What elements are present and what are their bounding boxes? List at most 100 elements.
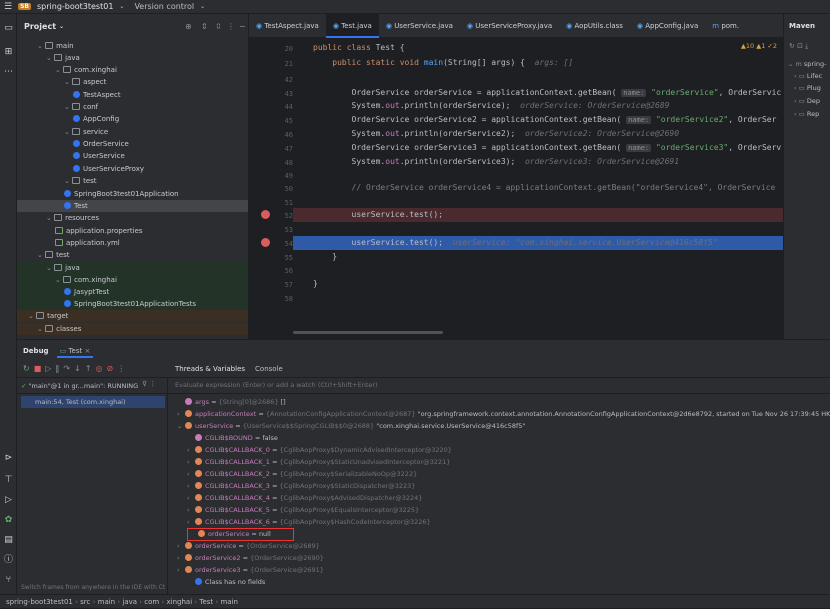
horizontal-scrollbar[interactable] [293,331,443,334]
mute-breakpoints-icon[interactable]: ⊘ [107,364,118,373]
filter-icon[interactable]: ⊽ ⋮ [142,380,156,388]
breadcrumb-item[interactable]: xinghai [167,598,193,606]
variable-row[interactable]: › CGLIB$CALLBACK_1 = {CglibAopProxy$Stat… [187,456,450,468]
step-into-icon[interactable]: ↓ [74,364,85,373]
tree-item[interactable]: ⌄ java [17,52,248,64]
tree-item[interactable]: AppConfig [17,113,248,125]
expand-toggle-icon[interactable]: › [177,552,185,564]
reload-icon[interactable]: ↻ ⊡ ⤓ [789,42,808,51]
tree-item[interactable]: ⌄ aspect [17,76,248,88]
tree-item[interactable]: application.yml [17,237,248,249]
chevron-icon[interactable]: ⌄ [64,103,72,111]
breadcrumb-item[interactable]: spring-boot3test01 [6,598,73,606]
maven-tree-item[interactable]: › ▭ Dep [794,97,820,105]
variable-row[interactable]: CGLIB$BOUND = false [187,432,278,444]
expand-toggle-icon[interactable]: › [187,516,195,528]
editor-tab[interactable]: ◉ Test.java [325,14,379,38]
debug-icon[interactable]: ✿ [2,514,15,527]
expand-toggle-icon[interactable]: › [187,468,195,480]
variable-row[interactable]: › applicationContext = {AnnotationConfig… [177,408,830,420]
tree-item[interactable]: ⌄ main [17,40,248,52]
inspection-widget[interactable]: ▲10 ▲1 ✓2 [741,42,777,50]
expand-toggle-icon[interactable]: › [187,444,195,456]
tree-item[interactable]: UserServiceProxy [17,163,248,175]
variable-row[interactable]: args = {String[0]@2686} [] [177,396,286,408]
tree-item[interactable]: ⌄ com.xinghai [17,64,248,76]
variable-row[interactable]: › CGLIB$CALLBACK_6 = {CglibAopProxy$Hash… [187,516,431,528]
step-over-icon[interactable]: ↷ [63,364,74,373]
run-icon[interactable]: ▷ [2,494,15,507]
tab-threads-variables[interactable]: Threads & Variables [175,363,245,376]
chevron-icon[interactable]: ⌄ [46,214,54,222]
tree-item[interactable]: application.properties [17,225,248,237]
debug-session-tab[interactable]: ▭ Test × [56,344,94,358]
expand-toggle-icon[interactable]: › [177,540,185,552]
variable-row[interactable]: ⌄ userService = {UserService$$SpringCGLI… [177,420,525,432]
chevron-icon[interactable]: ⌄ [37,42,45,50]
folder-icon[interactable]: ▭ [2,22,15,35]
variable-row[interactable]: › orderService2 = {OrderService@2690} [177,552,324,564]
terminal-icon[interactable]: ▤ [2,534,15,547]
chevron-icon[interactable]: ⌄ [64,177,72,185]
chevron-icon[interactable]: ⌄ [64,78,72,86]
expand-icon[interactable]: ⇕ [201,22,208,31]
git-icon[interactable]: ⑂ [2,574,15,587]
services-icon[interactable]: ⊳ [2,452,15,465]
tree-item[interactable]: ⌄ target [17,310,248,322]
step-out-icon[interactable]: ↑ [85,364,96,373]
tree-item[interactable]: ⌄ classes [17,323,248,335]
variable-row[interactable]: › CGLIB$CALLBACK_5 = {CglibAopProxy$Equa… [187,504,419,516]
chevron-icon[interactable]: ⌄ [55,66,63,74]
tree-item[interactable]: ⌄ test [17,175,248,187]
frame-row[interactable]: main:54, Test (com.xinghai) [21,396,165,408]
variable-row[interactable]: Class has no fields [187,576,265,588]
chevron-icon[interactable]: ⌄ [37,251,45,259]
expand-toggle-icon[interactable]: › [187,504,195,516]
collapse-icon[interactable]: ⇳ [215,22,222,31]
expand-toggle-icon[interactable]: › [187,480,195,492]
build-icon[interactable]: ⊤ [2,474,15,487]
variable-row[interactable]: › CGLIB$CALLBACK_4 = {CglibAopProxy$Advi… [187,492,422,504]
editor-tab[interactable]: ◉ AppConfig.java [630,14,705,38]
problems-icon[interactable]: ⓘ [2,554,15,567]
breakpoints-icon[interactable]: ◎ [96,364,107,373]
editor-tab[interactable]: ◉ AopUtils.class [559,14,630,38]
breadcrumb-item[interactable]: java [122,598,137,606]
tree-item[interactable]: ⌄ conf [17,101,248,113]
variable-row[interactable]: › orderService3 = {OrderService@2691} [177,564,324,576]
close-icon[interactable]: × [84,347,90,355]
tree-item[interactable]: ⌄ com.xinghai [17,274,248,286]
breadcrumb-item[interactable]: main [98,598,116,606]
more-options-icon[interactable]: ⋮ [227,22,235,31]
vcs-widget[interactable]: Version control [134,2,194,11]
tree-item[interactable]: ⌄ service [17,126,248,138]
breadcrumb-item[interactable]: com [144,598,159,606]
more-icon[interactable]: ⋯ [2,66,15,79]
variable-row[interactable]: › orderService = {OrderService@2689} [177,540,320,552]
expand-toggle-icon[interactable]: › [177,564,185,576]
chevron-icon[interactable]: ⌄ [28,312,36,320]
hide-icon[interactable]: − [239,22,246,31]
project-title[interactable]: Project [24,22,56,31]
maven-tree-item[interactable]: › ▭ Rep [794,110,819,118]
more-icon[interactable]: ⋮ [117,364,129,373]
expand-toggle-icon[interactable]: ⌄ [177,420,185,432]
expand-toggle-icon[interactable]: › [187,456,195,468]
tree-item[interactable]: OrderService [17,138,248,150]
editor-tab[interactable]: ◉ TestAspect.java [249,14,326,38]
project-switcher[interactable]: spring-boot3test01 [37,2,113,11]
breadcrumb-item[interactable]: src [80,598,90,606]
expand-toggle-icon[interactable]: › [177,408,185,420]
tree-item[interactable]: Test [17,200,248,212]
main-menu-icon[interactable]: ☰ [4,2,12,12]
stop-icon[interactable]: ■ [34,364,46,373]
chevron-icon[interactable]: ⌄ [64,128,72,136]
editor-tab[interactable]: ◉ UserServiceProxy.java [460,14,559,38]
variable-row[interactable]: › CGLIB$CALLBACK_0 = {CglibAopProxy$Dyna… [187,444,452,456]
tree-item[interactable]: ⌄ test [17,249,248,261]
structure-icon[interactable]: ⊞ [2,46,15,59]
breadcrumb-item[interactable]: Test [199,598,213,606]
tree-item[interactable]: ⌄ java [17,262,248,274]
variable-row[interactable]: › CGLIB$CALLBACK_2 = {CglibAopProxy$Seri… [187,468,417,480]
variable-row[interactable]: › CGLIB$CALLBACK_3 = {CglibAopProxy$Stat… [187,480,415,492]
